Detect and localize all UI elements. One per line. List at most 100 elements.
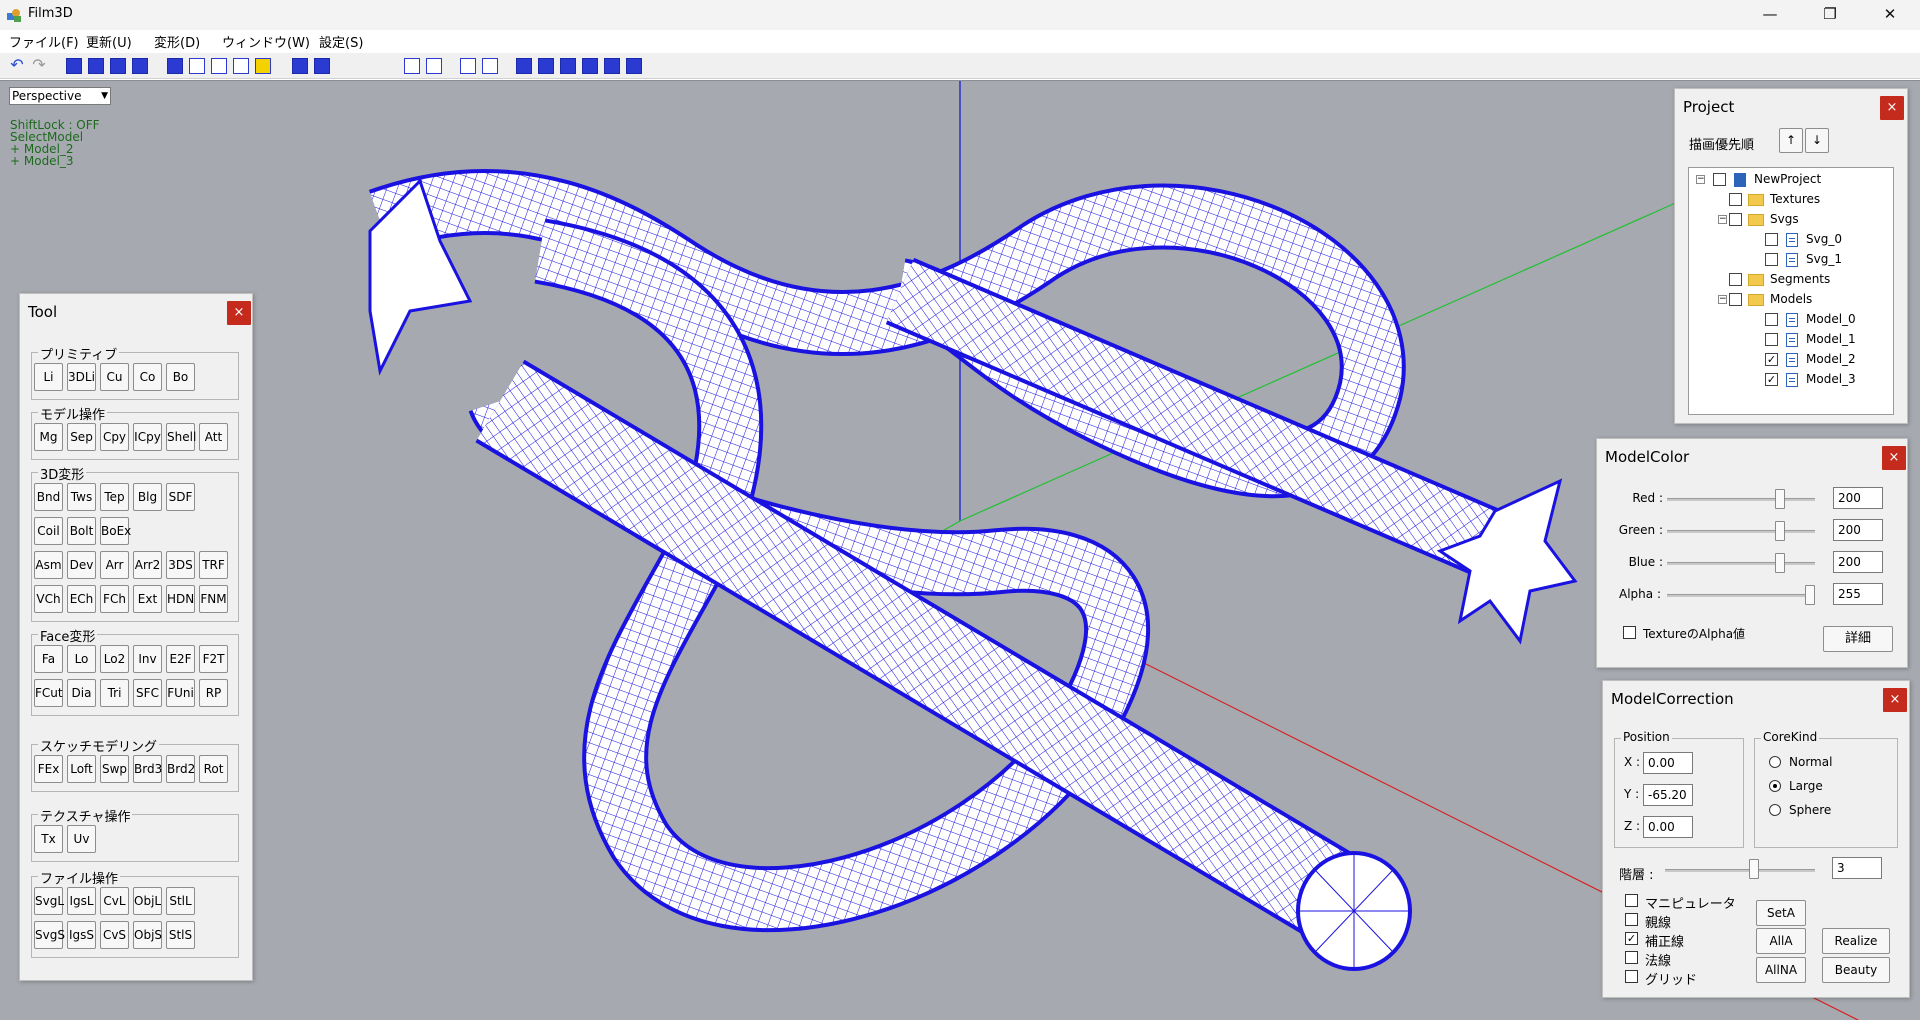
tool-button[interactable]: Mg bbox=[34, 423, 63, 451]
redo-icon[interactable]: ↷ bbox=[31, 57, 47, 74]
tree-checkbox[interactable] bbox=[1729, 193, 1742, 206]
tool-button[interactable]: IgsS bbox=[67, 921, 96, 949]
tool-button[interactable]: E2F bbox=[166, 645, 195, 673]
tree-item-label[interactable]: Model_3 bbox=[1806, 372, 1856, 386]
option-checkbox[interactable] bbox=[1625, 970, 1638, 983]
menu-update[interactable]: 更新(U) bbox=[86, 32, 132, 51]
tool-button[interactable]: Dia bbox=[67, 679, 96, 707]
layout-1-icon[interactable] bbox=[516, 58, 532, 74]
tool-button[interactable]: Cu bbox=[100, 363, 129, 391]
seta-button[interactable]: SetA bbox=[1756, 900, 1806, 926]
tree-checkbox[interactable] bbox=[1765, 333, 1778, 346]
tree-checkbox[interactable]: ✓ bbox=[1765, 373, 1778, 386]
option-checkbox[interactable] bbox=[1625, 913, 1638, 926]
color-slider-thumb[interactable] bbox=[1775, 521, 1785, 541]
tool-button[interactable]: 3DLi bbox=[67, 363, 96, 391]
tool-button[interactable]: FEx bbox=[34, 755, 63, 783]
tool-button[interactable]: Tep bbox=[100, 483, 129, 511]
tool-button[interactable]: Lo2 bbox=[100, 645, 129, 673]
tool-button[interactable]: SDF bbox=[166, 483, 195, 511]
grid-a-icon[interactable] bbox=[460, 58, 476, 74]
tool-button[interactable]: ObjS bbox=[133, 921, 162, 949]
tool-button[interactable]: Lo bbox=[67, 645, 96, 673]
tree-item-label[interactable]: NewProject bbox=[1754, 172, 1821, 186]
tool-button[interactable]: CvS bbox=[100, 921, 129, 949]
tree-item-label[interactable]: Svg_1 bbox=[1806, 252, 1842, 266]
alla-button[interactable]: AllA bbox=[1756, 928, 1806, 954]
tree-checkbox[interactable] bbox=[1729, 213, 1742, 226]
tool-button[interactable]: FCh bbox=[100, 585, 129, 613]
menu-file[interactable]: ファイル(F) bbox=[9, 32, 79, 51]
layout-3-icon[interactable] bbox=[560, 58, 576, 74]
undo-icon[interactable]: ↶ bbox=[9, 57, 25, 74]
position-x-field[interactable]: 0.00 bbox=[1643, 752, 1693, 774]
window-icon[interactable] bbox=[404, 58, 420, 74]
minimize-button[interactable]: — bbox=[1740, 0, 1800, 30]
select-rect-icon[interactable] bbox=[211, 58, 227, 74]
tree-expander-icon[interactable]: − bbox=[1718, 215, 1727, 224]
tree-item-label[interactable]: Models bbox=[1770, 292, 1812, 306]
color-slider-track[interactable] bbox=[1667, 498, 1815, 501]
menu-settings[interactable]: 設定(S) bbox=[319, 32, 363, 51]
tool-button[interactable]: Bnd bbox=[34, 483, 63, 511]
corekind-radio[interactable] bbox=[1769, 756, 1781, 768]
project-panel-close-button[interactable]: × bbox=[1880, 96, 1904, 120]
folder-icon[interactable] bbox=[255, 58, 271, 74]
color-value-field[interactable]: 200 bbox=[1833, 519, 1883, 541]
tool-button[interactable]: F2T bbox=[199, 645, 228, 673]
layer-field[interactable]: 3 bbox=[1832, 857, 1882, 879]
view-top-icon[interactable] bbox=[132, 58, 148, 74]
tool-button[interactable]: Co bbox=[133, 363, 162, 391]
frame-icon[interactable] bbox=[426, 58, 442, 74]
tree-item-label[interactable]: Svg_0 bbox=[1806, 232, 1842, 246]
tool-button[interactable]: VCh bbox=[34, 585, 63, 613]
tree-checkbox[interactable] bbox=[1729, 273, 1742, 286]
tool-button[interactable]: IgsL bbox=[67, 887, 96, 915]
priority-down-button[interactable]: ↓ bbox=[1805, 128, 1829, 153]
tool-button[interactable]: FUni bbox=[166, 679, 195, 707]
color-value-field[interactable]: 200 bbox=[1833, 487, 1883, 509]
tool-button[interactable]: HDN bbox=[166, 585, 195, 613]
tool-button[interactable]: TRF bbox=[199, 551, 228, 579]
tool-button[interactable]: Bolt bbox=[67, 517, 96, 545]
tool-button[interactable]: Shell bbox=[166, 423, 196, 451]
tool-button[interactable]: RP bbox=[199, 679, 228, 707]
position-y-field[interactable]: -65.20 bbox=[1643, 784, 1693, 806]
tree-checkbox[interactable] bbox=[1765, 253, 1778, 266]
tool-button[interactable]: Rot bbox=[199, 755, 228, 783]
tool-button[interactable]: Bo bbox=[166, 363, 195, 391]
color-value-field[interactable]: 255 bbox=[1833, 583, 1883, 605]
tree-expander-icon[interactable]: − bbox=[1696, 175, 1705, 184]
texture-icon[interactable] bbox=[292, 58, 308, 74]
tool-button[interactable]: Blg bbox=[133, 483, 162, 511]
tool-button[interactable]: BoEx bbox=[100, 517, 131, 545]
model-2-mesh[interactable] bbox=[468, 218, 1412, 971]
uv-icon[interactable] bbox=[314, 58, 330, 74]
text-icon[interactable] bbox=[189, 58, 205, 74]
tool-button[interactable]: Tws bbox=[67, 483, 96, 511]
tool-button[interactable]: ObjL bbox=[133, 887, 162, 915]
tree-checkbox[interactable] bbox=[1765, 233, 1778, 246]
tool-button[interactable]: Arr2 bbox=[133, 551, 162, 579]
option-checkbox[interactable] bbox=[1625, 951, 1638, 964]
tool-button[interactable]: Loft bbox=[67, 755, 96, 783]
tool-button[interactable]: FNM bbox=[199, 585, 228, 613]
tool-button[interactable]: SvgS bbox=[34, 921, 65, 949]
color-slider-track[interactable] bbox=[1667, 530, 1815, 533]
tree-expander-icon[interactable]: − bbox=[1718, 295, 1727, 304]
project-tree[interactable]: − NewProject Textures − Svgs Svg_0 Svg_1 Segmen… bbox=[1688, 167, 1894, 415]
tool-button[interactable]: Arr bbox=[100, 551, 129, 579]
tool-button[interactable]: Uv bbox=[67, 825, 96, 853]
tree-checkbox[interactable] bbox=[1729, 293, 1742, 306]
tool-button[interactable]: 3DS bbox=[166, 551, 195, 579]
tool-button[interactable]: Asm bbox=[34, 551, 63, 579]
color-slider-thumb[interactable] bbox=[1775, 489, 1785, 509]
tree-item-label[interactable]: Textures bbox=[1770, 192, 1820, 206]
layer-slider-thumb[interactable] bbox=[1749, 859, 1759, 879]
tree-item-label[interactable]: Svgs bbox=[1770, 212, 1799, 226]
view-side-icon[interactable] bbox=[110, 58, 126, 74]
color-slider-thumb[interactable] bbox=[1805, 585, 1815, 605]
texture-alpha-checkbox[interactable] bbox=[1623, 626, 1636, 639]
tree-checkbox[interactable]: ✓ bbox=[1765, 353, 1778, 366]
color-slider-track[interactable] bbox=[1667, 594, 1815, 597]
